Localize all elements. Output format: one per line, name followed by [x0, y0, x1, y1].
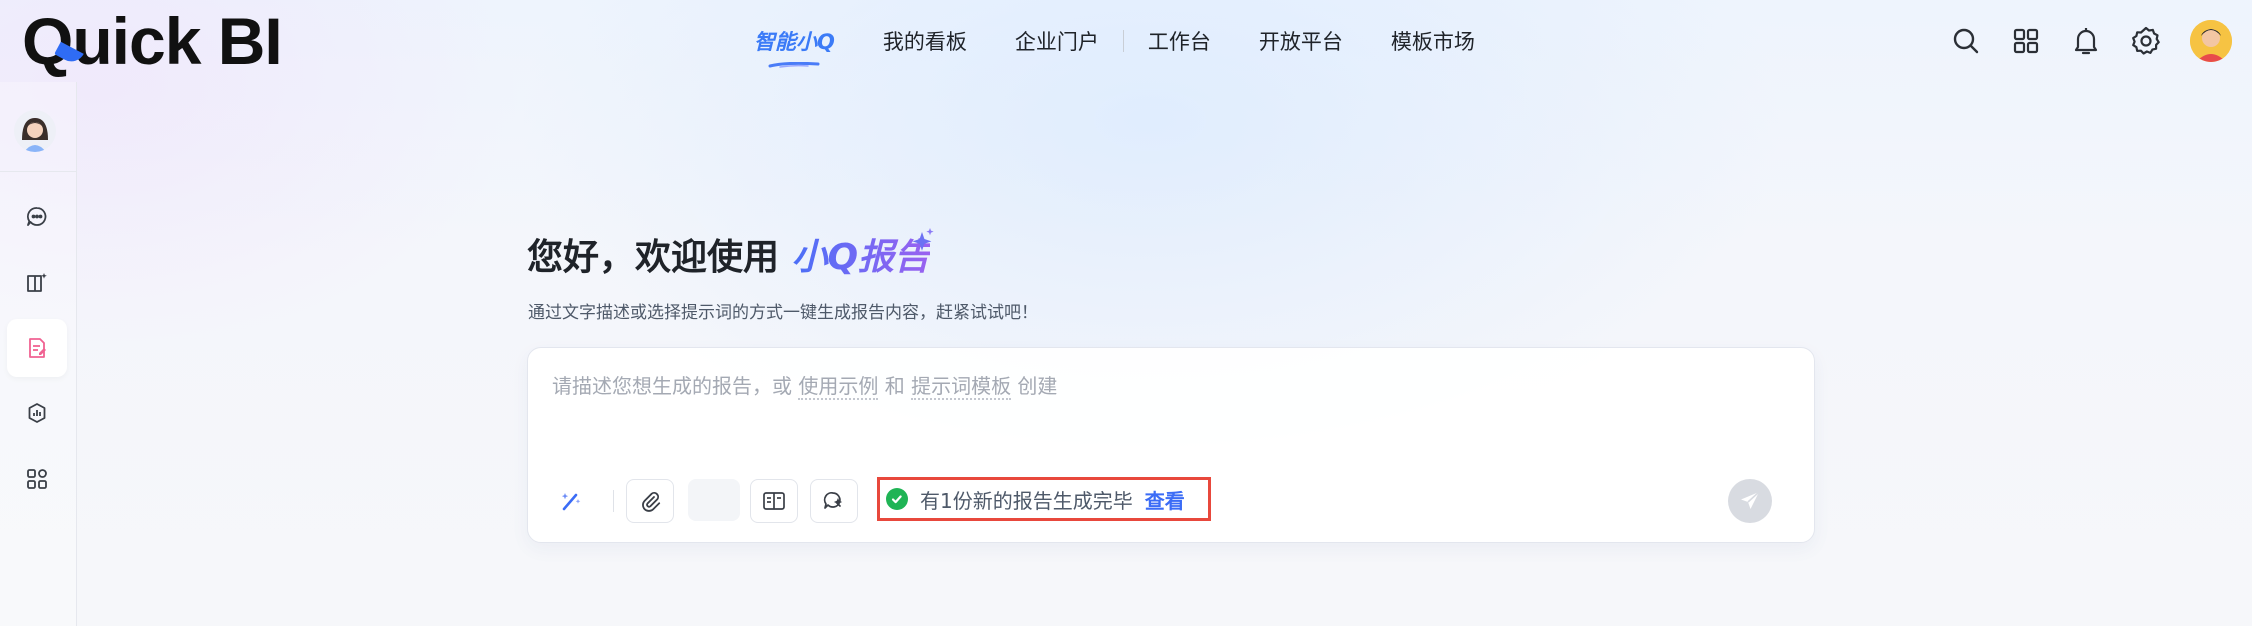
nav-tab-label: 工作台 — [1147, 30, 1211, 54]
report-icon — [29, 338, 46, 358]
nav-tab-label: 企业门户 — [1014, 30, 1099, 54]
logo-q-letter: Q — [22, 3, 84, 79]
sidebar-item-apps[interactable] — [7, 450, 67, 508]
nav-tab-label: 开放平台 — [1258, 30, 1343, 54]
chat-icon — [26, 207, 47, 226]
nav-tab-label: 模板市场 — [1390, 30, 1475, 54]
magic-wand-icon — [561, 493, 581, 511]
nav-tab-enterprise-portal[interactable]: 企业门户 — [991, 0, 1123, 82]
sparkle-icon — [912, 228, 934, 251]
toolbar-empty-slot — [688, 479, 740, 521]
nav-tab-workbench[interactable]: 工作台 — [1124, 0, 1235, 82]
knowledge-button[interactable] — [750, 479, 798, 523]
placeholder-text: 请描述您想生成的报告，或 — [552, 374, 799, 398]
page-subtitle: 通过文字描述或选择提示词的方式一键生成报告内容，赶紧试试吧！ — [528, 303, 1038, 323]
nav-tab-open-platform[interactable]: 开放平台 — [1235, 0, 1367, 82]
magic-wand-button[interactable] — [548, 479, 594, 521]
bell-icon[interactable] — [2070, 25, 2102, 57]
top-bar: Quick BI 智能小Q 我的看板 企业门户 工作台 开放平台 模板市场 — [0, 0, 2252, 82]
sidebar-divider — [0, 171, 76, 172]
prompt-template-link[interactable]: 提示词模板 — [911, 374, 1012, 400]
placeholder-text: 和 — [878, 374, 912, 398]
sidebar-item-chat[interactable] — [7, 188, 67, 246]
book-open-icon — [763, 492, 785, 510]
sidebar-item-report[interactable] — [7, 319, 67, 377]
nav-tab-template-market[interactable]: 模板市场 — [1367, 0, 1499, 82]
active-tab-underline — [768, 62, 820, 68]
nav-tab-my-dashboard[interactable]: 我的看板 — [859, 0, 991, 82]
check-circle-icon — [886, 488, 908, 510]
quick-bi-logo[interactable]: Quick BI — [22, 3, 283, 79]
grid-apps-icon — [27, 469, 47, 489]
gear-icon[interactable] — [2130, 25, 2162, 57]
top-navigation: 智能小Q 我的看板 企业门户 工作台 开放平台 模板市场 — [730, 0, 1499, 82]
sidebar-item-knowledge[interactable] — [7, 254, 67, 312]
apps-grid-icon[interactable] — [2010, 25, 2042, 57]
chat-sparkle-icon — [823, 492, 843, 509]
nav-tab-xiaoq[interactable]: 智能小Q — [730, 0, 859, 82]
header-actions — [1950, 16, 2232, 66]
view-report-link[interactable]: 查看 — [1145, 485, 1185, 514]
toolbar-divider — [613, 490, 614, 512]
assistant-avatar[interactable] — [14, 110, 56, 152]
send-button[interactable] — [1728, 479, 1772, 523]
analysis-icon — [28, 403, 46, 423]
template-button[interactable] — [810, 479, 858, 523]
paperclip-icon — [642, 492, 661, 512]
sidebar-item-analysis[interactable] — [7, 384, 67, 442]
nav-tab-label: 我的看板 — [882, 30, 967, 54]
greeting-prefix: 您好，欢迎使用 — [527, 237, 792, 278]
attach-button[interactable] — [626, 479, 674, 523]
left-sidebar — [0, 82, 77, 626]
use-example-link[interactable]: 使用示例 — [798, 374, 879, 400]
book-sparkle-icon — [27, 273, 47, 292]
report-ready-notice: 有1份新的报告生成完毕 查看 — [877, 477, 1211, 521]
composer-input[interactable]: 请描述您想生成的报告，或 使用示例 和 提示词模板 创建 — [552, 370, 1058, 400]
page-title: 您好，欢迎使用 小Q报告 — [527, 228, 930, 280]
nav-tab-label: 智能小Q — [754, 30, 835, 54]
user-avatar[interactable] — [2190, 20, 2232, 62]
notice-text: 有1份新的报告生成完毕 — [920, 488, 1133, 513]
placeholder-text: 创建 — [1011, 374, 1058, 398]
report-composer: 请描述您想生成的报告，或 使用示例 和 提示词模板 创建 有1份新的报告生成完毕… — [527, 347, 1815, 543]
send-icon — [1741, 491, 1760, 509]
logo-text: uick BI — [72, 4, 282, 78]
search-icon[interactable] — [1950, 25, 1982, 57]
